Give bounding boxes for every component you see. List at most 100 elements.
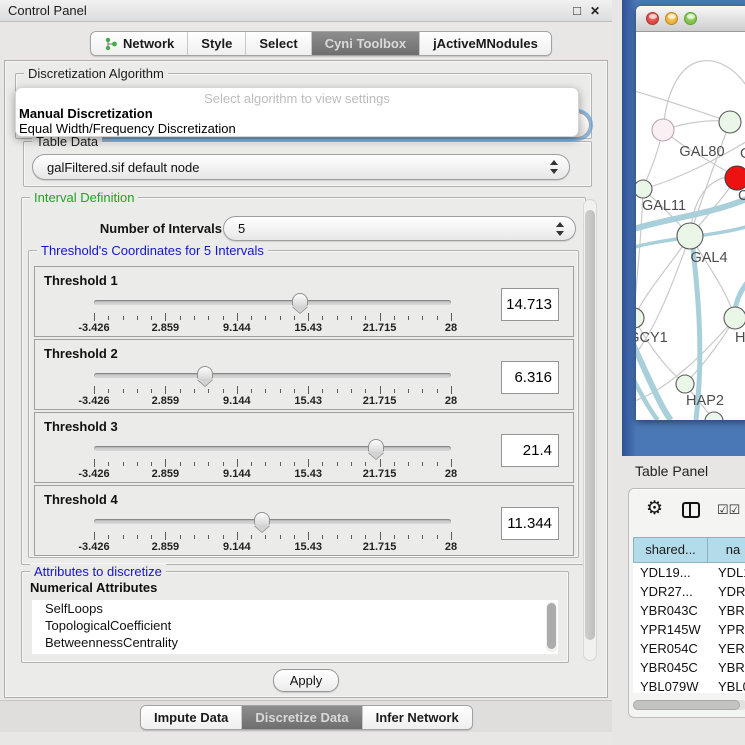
attribute-item[interactable]: SelfLoops: [32, 600, 558, 617]
node-gal4[interactable]: [677, 223, 703, 249]
tick-mark: [337, 462, 338, 466]
threshold-label: Threshold 2: [44, 346, 118, 361]
tick-label: 9.144: [223, 395, 251, 407]
tick-mark: [108, 535, 109, 539]
table-cell[interactable]: YER054C: [633, 639, 708, 658]
table-cell[interactable]: YBR0: [708, 658, 745, 677]
table-cell[interactable]: YBR045C: [633, 658, 708, 677]
table-row[interactable]: YER054CYER0: [633, 639, 745, 658]
table-row[interactable]: YDL19...YDL1: [633, 563, 745, 582]
spinner-icon: [556, 222, 565, 236]
tick-mark: [422, 535, 423, 539]
node[interactable]: [705, 412, 723, 420]
slider-thumb[interactable]: [292, 293, 308, 306]
node-gal11[interactable]: [636, 180, 652, 198]
tab-cyni-toolbox[interactable]: Cyni Toolbox: [311, 32, 419, 55]
tab-select[interactable]: Select: [245, 32, 310, 55]
dropdown-option-manual-discretization[interactable]: Manual Discretization: [16, 106, 578, 121]
slider-track[interactable]: [94, 300, 451, 305]
table-row[interactable]: YDR27...YDR2: [633, 582, 745, 601]
table-data-group: Table Data galFiltered.sif default node: [23, 141, 592, 187]
table-data-combobox[interactable]: galFiltered.sif default node: [32, 154, 570, 180]
tick-mark: [137, 316, 138, 320]
table-row[interactable]: YBR045CYBR0: [633, 658, 745, 677]
slider-thumb[interactable]: [197, 366, 213, 379]
tab-infer-network[interactable]: Infer Network: [362, 706, 472, 729]
attribute-item[interactable]: TopologicalCoefficient: [32, 617, 558, 634]
attribute-item[interactable]: BetweennessCentrality: [32, 634, 558, 651]
tick-mark: [365, 535, 366, 539]
slider-thumb[interactable]: [368, 439, 384, 452]
node[interactable]: [719, 111, 741, 133]
select-all-checkbox-icons[interactable]: ☑☑: [717, 502, 740, 518]
gear-icon[interactable]: ⚙: [646, 498, 663, 520]
tick-label: -3.426: [78, 468, 109, 480]
table-cell[interactable]: YER0: [708, 639, 745, 658]
zoom-traffic-light-icon[interactable]: [684, 12, 697, 25]
close-traffic-light-icon[interactable]: [646, 12, 659, 25]
table-cell[interactable]: YDR27...: [633, 582, 708, 601]
dropdown-option-equal-width-frequency[interactable]: Equal Width/Frequency Discretization: [16, 121, 578, 136]
tick-mark: [365, 462, 366, 466]
horizontal-scrollbar[interactable]: [633, 700, 745, 710]
threshold-value-field[interactable]: 21.4: [501, 434, 559, 467]
table-cell[interactable]: YPR1: [708, 620, 745, 639]
slider-track[interactable]: [94, 519, 451, 524]
tab-discretize-data[interactable]: Discretize Data: [241, 706, 361, 729]
column-header-shared-name[interactable]: shared...: [633, 537, 708, 563]
tab-impute-data[interactable]: Impute Data: [141, 706, 241, 729]
column-header-name[interactable]: na: [708, 537, 745, 563]
threshold-slider[interactable]: -3.4262.8599.14415.4321.71528: [94, 512, 451, 554]
scrollbar-thumb[interactable]: [585, 210, 595, 640]
tick-mark: [451, 459, 452, 467]
tick-label: 2.859: [152, 322, 180, 334]
threshold-value-field[interactable]: 6.316: [501, 361, 559, 394]
threshold-slider[interactable]: -3.4262.8599.14415.4321.71528: [94, 293, 451, 335]
scrollbar-thumb[interactable]: [547, 603, 556, 649]
table-cell[interactable]: YDL19...: [633, 563, 708, 582]
node-gcy1[interactable]: [636, 308, 644, 328]
number-of-intervals-combobox[interactable]: 5: [223, 216, 576, 241]
table-row[interactable]: YBL079WYBL0: [633, 677, 745, 693]
tick-mark: [123, 316, 124, 320]
threshold-slider[interactable]: -3.4262.8599.14415.4321.71528: [94, 366, 451, 408]
tick-mark: [337, 535, 338, 539]
table-cell[interactable]: YPR145W: [633, 620, 708, 639]
tab-style[interactable]: Style: [187, 32, 245, 55]
table-cell[interactable]: YBL0: [708, 677, 745, 693]
tab-style-label: Style: [201, 32, 232, 55]
columns-icon[interactable]: [682, 502, 700, 518]
slider-track[interactable]: [94, 373, 451, 378]
table-cell[interactable]: YBR043C: [633, 601, 708, 620]
table-cell[interactable]: YDL1: [708, 563, 745, 582]
network-view-window[interactable]: GAL80 GAL11 GAL4 GCY1 HAP2 G C H: [622, 0, 745, 456]
table-cell[interactable]: YBL079W: [633, 677, 708, 693]
table-row[interactable]: YPR145WYPR1: [633, 620, 745, 639]
node-label: HAP2: [686, 393, 724, 409]
node[interactable]: [724, 307, 745, 329]
tick-mark: [223, 462, 224, 466]
node-hap2[interactable]: [676, 375, 694, 393]
tab-network[interactable]: Network: [91, 32, 187, 55]
minimize-traffic-light-icon[interactable]: [665, 12, 678, 25]
node-gal80[interactable]: [652, 119, 674, 141]
threshold-value-field[interactable]: 11.344: [501, 507, 559, 540]
table-cell[interactable]: YDR2: [708, 582, 745, 601]
vertical-scrollbar[interactable]: [583, 199, 597, 661]
tab-jactivemnodules[interactable]: jActiveMNodules: [419, 32, 551, 55]
float-icon[interactable]: □: [569, 3, 585, 19]
numerical-attributes-list[interactable]: SelfLoopsTopologicalCoefficientBetweenne…: [32, 600, 558, 654]
attributes-scrollbar[interactable]: [546, 602, 557, 652]
threshold-value-field[interactable]: 14.713: [501, 288, 559, 321]
close-icon[interactable]: ✕: [587, 3, 603, 19]
apply-button[interactable]: Apply: [273, 669, 339, 692]
slider-thumb[interactable]: [254, 512, 270, 525]
scrollbar-thumb[interactable]: [633, 700, 740, 710]
slider-track[interactable]: [94, 446, 451, 451]
tick-mark: [123, 389, 124, 393]
node-selected-red[interactable]: [725, 166, 745, 190]
threshold-slider[interactable]: -3.4262.8599.14415.4321.71528: [94, 439, 451, 481]
table-row[interactable]: YBR043CYBR0: [633, 601, 745, 620]
network-canvas[interactable]: GAL80 GAL11 GAL4 GCY1 HAP2 G C H: [636, 32, 745, 420]
table-cell[interactable]: YBR0: [708, 601, 745, 620]
